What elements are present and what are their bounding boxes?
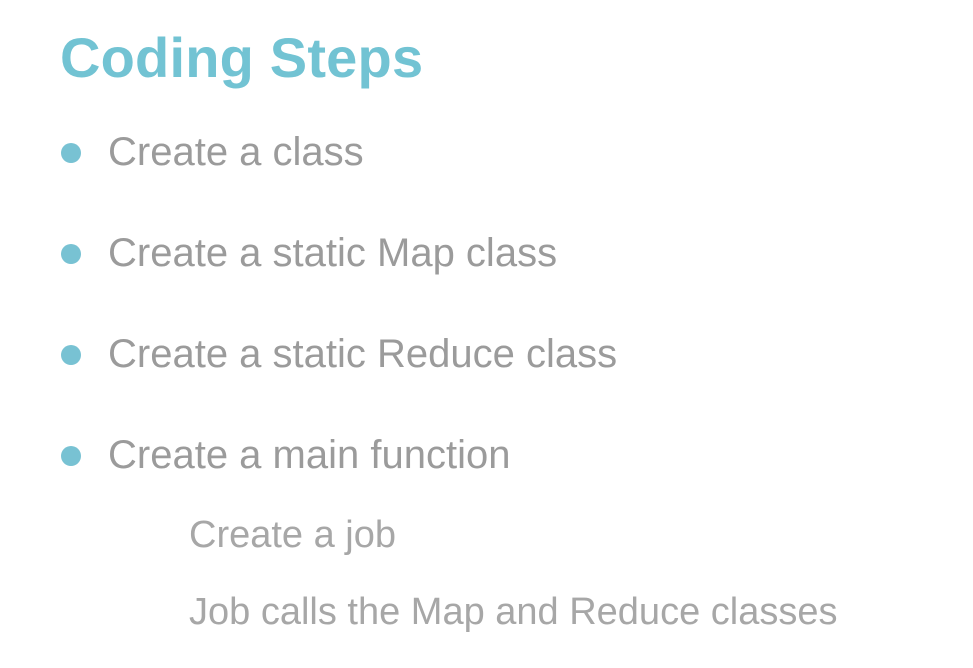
- sub-item-create-job: Create a job: [189, 514, 397, 556]
- bullet-text: Create a class: [108, 130, 364, 174]
- bullet-dot-icon: [61, 446, 81, 466]
- bullet-dot-icon: [61, 143, 81, 163]
- bullet-dot-icon: [61, 345, 81, 365]
- bullet-text: Create a main function: [108, 433, 511, 477]
- bullet-text: Create a static Map class: [108, 231, 558, 275]
- bullet-dot-icon: [61, 244, 81, 264]
- slide: Coding Steps Create a class Create a sta…: [0, 0, 973, 668]
- sub-item-job-calls-classes: Job calls the Map and Reduce classes: [189, 591, 838, 633]
- bullet-text: Create a static Reduce class: [108, 332, 618, 376]
- slide-title: Coding Steps: [60, 26, 424, 89]
